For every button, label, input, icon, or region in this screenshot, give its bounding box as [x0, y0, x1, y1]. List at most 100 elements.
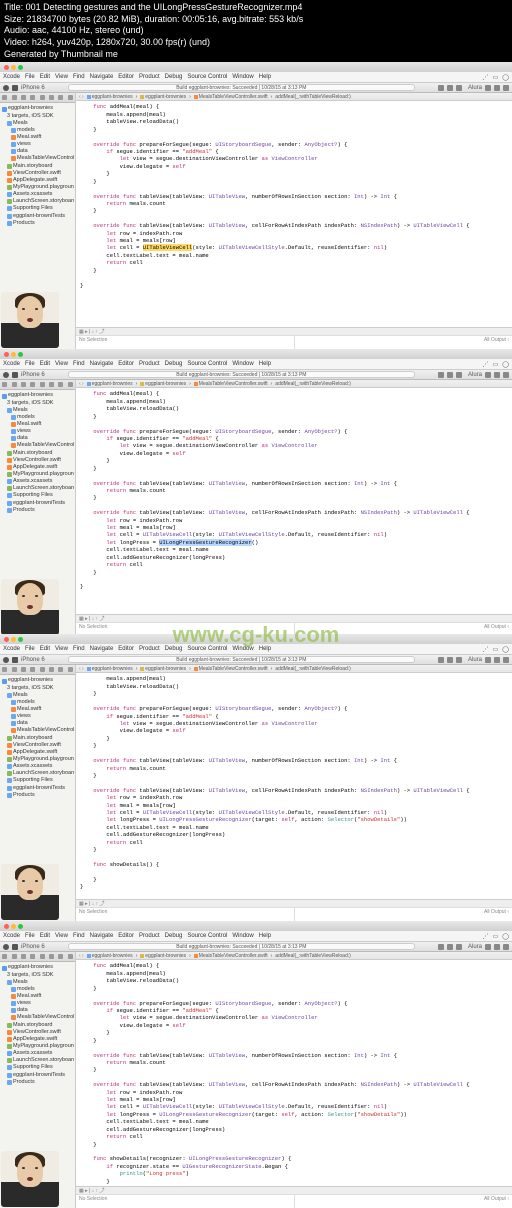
close-traffic-light[interactable]: [4, 65, 9, 70]
menu-edit[interactable]: Edit: [40, 361, 50, 367]
nav-supporting-files[interactable]: Supporting Files: [1, 1064, 74, 1071]
folder-tab-icon[interactable]: [2, 95, 7, 100]
editor-mode-version-icon[interactable]: [456, 85, 462, 91]
nav-views[interactable]: views: [1, 428, 74, 435]
nav-myplayground-playground[interactable]: MyPlayground.playground: [1, 471, 74, 478]
panel-toggle-bottom-icon[interactable]: [494, 372, 500, 378]
jump-folder[interactable]: eggplant-brownies: [145, 381, 186, 387]
nav-meals[interactable]: Meals: [1, 979, 74, 986]
menu-file[interactable]: File: [25, 361, 35, 367]
issue-tab-icon[interactable]: [30, 95, 35, 100]
breakpoint-tab-icon[interactable]: [58, 667, 63, 672]
jump-symbol[interactable]: addMeal(_:withTableViewReload:): [275, 94, 351, 100]
editor-mode-assistant-icon[interactable]: [447, 944, 453, 950]
nav-myplayground-playground[interactable]: MyPlayground.playground: [1, 184, 74, 191]
menu-find[interactable]: Find: [73, 74, 85, 80]
nav-3-targets-ios-sdk[interactable]: 3 targets, iOS SDK: [1, 685, 74, 692]
run-button[interactable]: [3, 85, 9, 91]
menu-help[interactable]: Help: [259, 933, 271, 939]
jump-project[interactable]: eggplant-brownies: [92, 953, 133, 959]
variables-view[interactable]: No Selection: [76, 336, 295, 349]
minimize-traffic-light[interactable]: [11, 637, 16, 642]
file-tree[interactable]: eggplant-brownies3 targets, iOS SDKMeals…: [0, 390, 75, 515]
panel-toggle-left-icon[interactable]: [485, 944, 491, 950]
nav-eggplant-brownies[interactable]: eggplant-brownies: [1, 964, 74, 971]
nav-launchscreen-storyboard[interactable]: LaunchScreen.storyboard: [1, 770, 74, 777]
menu-debug[interactable]: Debug: [165, 933, 183, 939]
menu-find[interactable]: Find: [73, 646, 85, 652]
scheme-selector[interactable]: iPhone 6: [21, 372, 45, 378]
code-editor[interactable]: func addMeal(meal) { meals.append(meal) …: [76, 101, 512, 327]
nav-eggplant-brownitests[interactable]: eggplant-browniTests: [1, 500, 74, 507]
nav-meals[interactable]: Meals: [1, 692, 74, 699]
jump-symbol[interactable]: addMeal(_:withTableViewReload:): [275, 381, 351, 387]
nav-meals[interactable]: Meals: [1, 407, 74, 414]
file-tree[interactable]: eggplant-brownies3 targets, iOS SDK Meals…: [0, 103, 75, 228]
panel-toggle-left-icon[interactable]: [485, 372, 491, 378]
symbol-tab-icon[interactable]: [12, 382, 17, 387]
stop-button[interactable]: [12, 85, 18, 91]
panel-toggle-right-icon[interactable]: [503, 372, 509, 378]
navigator-tabs[interactable]: [0, 952, 75, 962]
panel-toggle-right-icon[interactable]: [503, 944, 509, 950]
nav-main-storyboard[interactable]: Main.storyboard: [1, 735, 74, 742]
jump-project[interactable]: eggplant-brownies: [92, 666, 133, 672]
scheme-selector[interactable]: iPhone 6: [21, 85, 45, 91]
nav-products[interactable]: Products: [1, 792, 74, 799]
search-tab-icon[interactable]: [21, 95, 26, 100]
nav-3-targets-ios-sdk[interactable]: 3 targets, iOS SDK: [1, 113, 74, 120]
zoom-traffic-light[interactable]: [18, 65, 23, 70]
breakpoint-tab-icon[interactable]: [58, 95, 63, 100]
test-tab-icon[interactable]: [40, 667, 45, 672]
nav-launchscreen-storyboard[interactable]: LaunchScreen.storyboard: [1, 1057, 74, 1064]
report-tab-icon[interactable]: [68, 667, 73, 672]
test-tab-icon[interactable]: [40, 954, 45, 959]
menu-source-control[interactable]: Source Control: [187, 646, 227, 652]
output-filter[interactable]: All Output ‹: [484, 909, 509, 915]
jump-folder[interactable]: eggplant-brownies: [145, 94, 186, 100]
menu-xcode[interactable]: Xcode: [3, 361, 20, 367]
jump-bar[interactable]: ‹ › eggplant-brownies › eggplant-brownie…: [76, 93, 512, 101]
nav-models[interactable]: models: [1, 127, 74, 134]
nav-assets-xcassets[interactable]: Assets.xcassets: [1, 191, 74, 198]
nav-eggplant-brownies[interactable]: eggplant-brownies: [1, 105, 74, 112]
zoom-traffic-light[interactable]: [18, 637, 23, 642]
menu-navigate[interactable]: Navigate: [90, 361, 114, 367]
nav-mealstableviewcontroller-swift[interactable]: MealsTableViewController.swift: [1, 1014, 74, 1021]
nav-eggplant-brownitests[interactable]: eggplant-browniTests: [1, 1072, 74, 1079]
menu-editor[interactable]: Editor: [118, 361, 134, 367]
nav-data[interactable]: data: [1, 720, 74, 727]
code-editor[interactable]: func addMeal(meal) { meals.append(meal) …: [76, 388, 512, 614]
menu-xcode[interactable]: Xcode: [3, 933, 20, 939]
nav-supporting-files[interactable]: Supporting Files: [1, 777, 74, 784]
nav-mealstableviewcontroller-swift[interactable]: MealsTableViewController.swift: [1, 155, 74, 162]
navigator-tabs[interactable]: [0, 93, 75, 103]
menu-source-control[interactable]: Source Control: [187, 74, 227, 80]
menu-source-control[interactable]: Source Control: [187, 933, 227, 939]
console-toolbar[interactable]: ▦ ▸ | ↓ ↑ ⤴: [76, 900, 512, 908]
editor-mode-standard-icon[interactable]: [438, 372, 444, 378]
console-toolbar[interactable]: ▦ ▸ | ↓ ↑ ⤴: [76, 1187, 512, 1195]
search-tab-icon[interactable]: [21, 954, 26, 959]
zoom-traffic-light[interactable]: [18, 924, 23, 929]
menu-navigate[interactable]: Navigate: [90, 646, 114, 652]
menu-edit[interactable]: Edit: [40, 646, 50, 652]
minimize-traffic-light[interactable]: [11, 924, 16, 929]
menu-view[interactable]: View: [55, 646, 68, 652]
jump-project[interactable]: eggplant-brownies: [92, 94, 133, 100]
nav-data[interactable]: data: [1, 1007, 74, 1014]
nav-eggplant-brownies[interactable]: eggplant-brownies: [1, 392, 74, 399]
variables-view[interactable]: No Selection: [76, 908, 295, 921]
nav-viewcontroller-swift[interactable]: ViewController.swift: [1, 170, 74, 177]
symbol-tab-icon[interactable]: [12, 954, 17, 959]
stop-button[interactable]: [12, 372, 18, 378]
breakpoint-tab-icon[interactable]: [58, 382, 63, 387]
nav-appdelegate-swift[interactable]: AppDelegate.swift: [1, 177, 74, 184]
console-toolbar[interactable]: ▦ ▸ | ↓ ↑ ⤴: [76, 328, 512, 336]
jump-file[interactable]: MealsTableViewController.swift: [199, 381, 268, 387]
nav-3-targets-ios-sdk[interactable]: 3 targets, iOS SDK: [1, 972, 74, 979]
editor-mode-standard-icon[interactable]: [438, 657, 444, 663]
menu-view[interactable]: View: [55, 74, 68, 80]
nav-viewcontroller-swift[interactable]: ViewController.swift: [1, 457, 74, 464]
nav-data[interactable]: data: [1, 148, 74, 155]
